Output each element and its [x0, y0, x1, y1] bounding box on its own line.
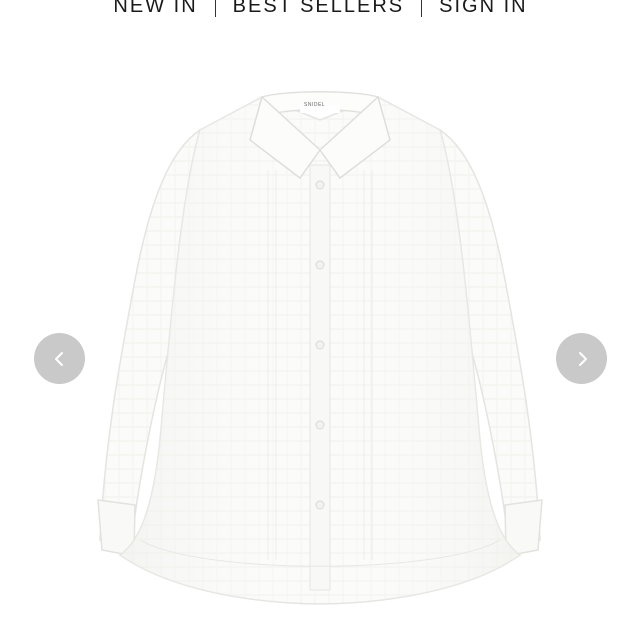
- carousel-prev-button[interactable]: [34, 333, 85, 384]
- top-nav: NEW IN BEST SELLERS SIGN IN: [0, 0, 641, 20]
- nav-best-sellers[interactable]: BEST SELLERS: [216, 0, 421, 20]
- product-page: NEW IN BEST SELLERS SIGN IN SNIDEL: [0, 0, 641, 641]
- product-image: [97, 91, 543, 605]
- nav-sign-in[interactable]: SIGN IN: [422, 0, 544, 20]
- chevron-left-icon: [54, 351, 63, 366]
- carousel-next-button[interactable]: [556, 333, 607, 384]
- nav-new-in[interactable]: NEW IN: [96, 0, 214, 20]
- chevron-right-icon: [578, 351, 587, 366]
- brand-tag: SNIDEL: [304, 102, 326, 108]
- product-image-carousel[interactable]: SNIDEL: [0, 40, 641, 641]
